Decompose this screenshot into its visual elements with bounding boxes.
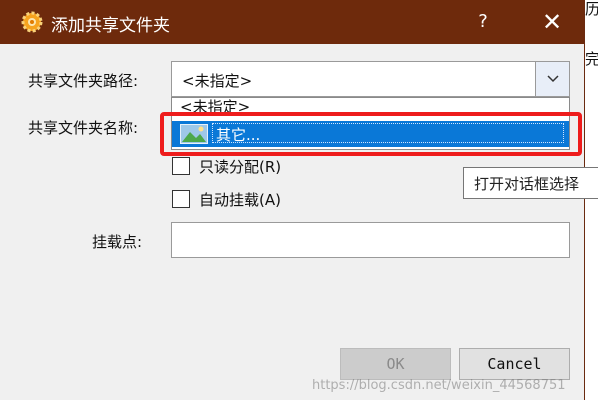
cancel-button[interactable]: Cancel xyxy=(459,348,570,380)
mountpoint-input[interactable] xyxy=(171,222,570,258)
ok-button[interactable]: OK xyxy=(340,348,451,380)
background-text-top: 历 xyxy=(585,0,598,18)
mountpoint-label: 挂载点: xyxy=(92,233,143,251)
readonly-label: 只读分配(R) xyxy=(199,158,282,176)
readonly-checkbox[interactable] xyxy=(172,157,190,175)
combobox-dropdown-button[interactable] xyxy=(535,62,569,96)
automount-label: 自动挂载(A) xyxy=(199,191,281,209)
folder-path-combobox[interactable]: <未指定> xyxy=(171,61,570,97)
dialog-titlebar[interactable]: 添加共享文件夹 ? ✕ xyxy=(0,0,584,44)
dialog-title: 添加共享文件夹 xyxy=(51,16,170,36)
tooltip: 打开对话框选择 xyxy=(463,167,598,199)
automount-checkbox[interactable] xyxy=(172,190,190,208)
add-shared-folder-dialog: 添加共享文件夹 ? ✕ 共享文件夹路径: <未指定> 共享文件夹名称: 只读分配… xyxy=(0,0,585,400)
chevron-down-icon xyxy=(547,75,559,83)
virtualbox-gear-icon xyxy=(21,11,43,33)
tooltip-text: 打开对话框选择 xyxy=(474,175,580,193)
folder-path-value: <未指定> xyxy=(182,72,253,90)
folder-name-label: 共享文件夹名称: xyxy=(28,119,139,137)
close-button[interactable]: ✕ xyxy=(535,6,569,38)
watermark: https://blog.csdn.net/weixin_44568751 xyxy=(312,378,566,393)
background-page: 历 完 xyxy=(585,0,598,408)
help-button[interactable]: ? xyxy=(468,6,498,38)
annotation-highlight-box xyxy=(160,112,582,156)
background-text-mid: 完 xyxy=(585,50,598,68)
folder-path-label: 共享文件夹路径: xyxy=(28,72,139,90)
